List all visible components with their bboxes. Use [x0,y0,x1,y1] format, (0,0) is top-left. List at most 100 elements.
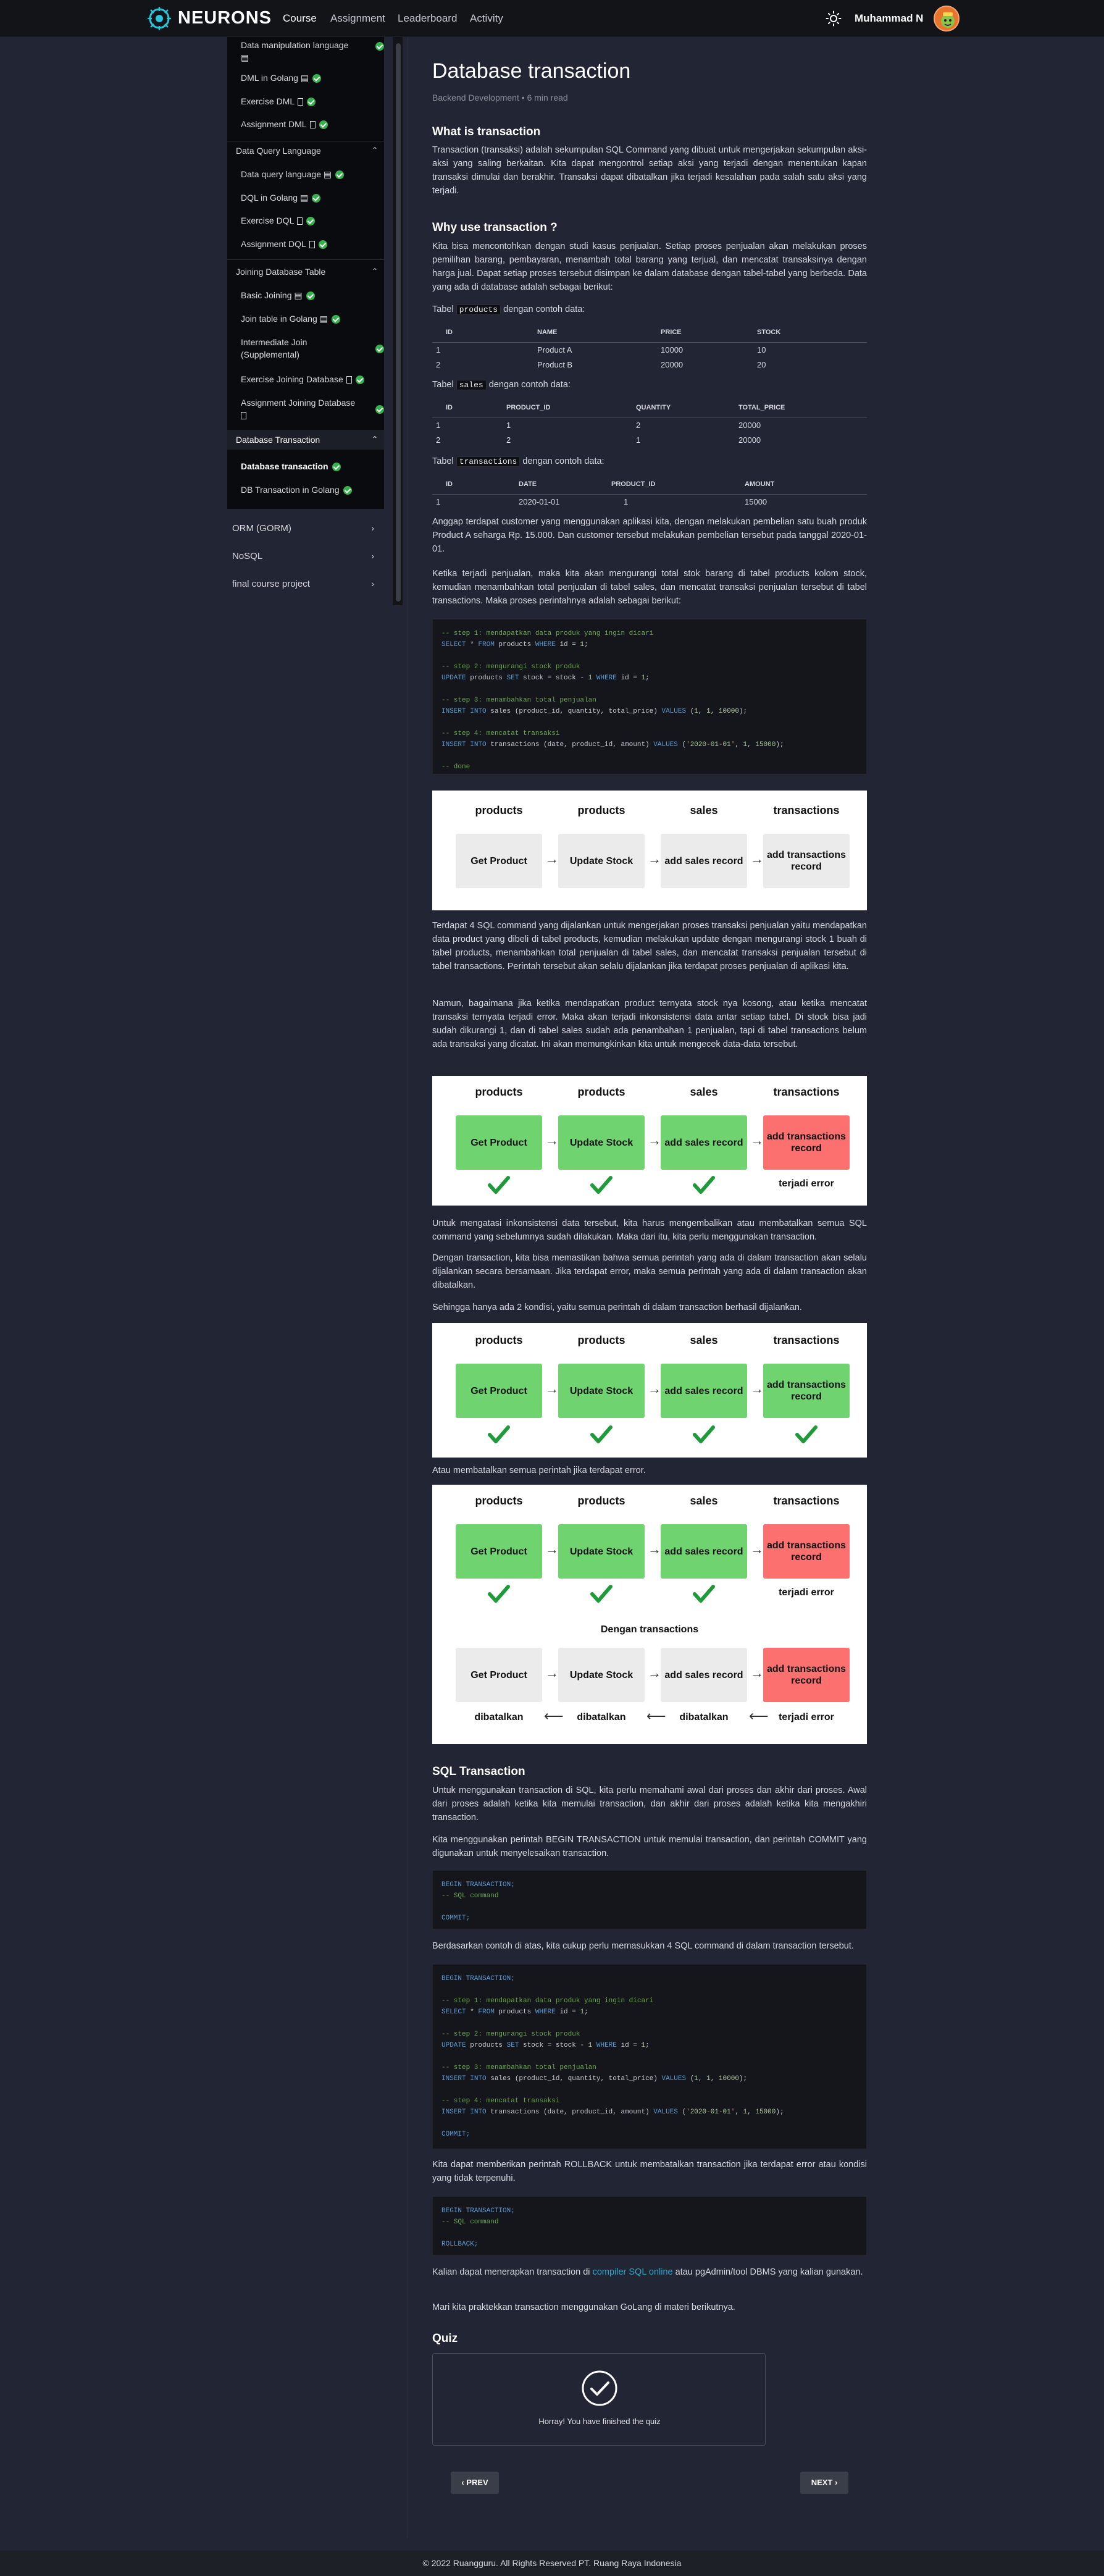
diagram-step-box: Get Product [456,1115,542,1170]
sidebar-item-exercise-dml[interactable]: Exercise DML [241,95,374,107]
table-header: PRODUCT_ID [599,476,741,495]
paragraph-begin: Kita menggunakan perintah BEGIN TRANSACT… [432,1835,867,1858]
avatar-character-icon [941,12,955,28]
heading-sql-transaction: SQL Transaction [432,1765,525,1778]
table-header: AMOUNT [741,476,867,495]
chevron-right-icon: › [371,523,374,533]
sidebar-module-orm-gorm[interactable]: ORM (GORM) › [232,523,379,534]
diagram-step-box: Update Stock [558,1648,645,1702]
sidebar-module-nosql[interactable]: NoSQL › [232,551,379,561]
compiler-sql-online-link[interactable]: compiler SQL online [593,2267,673,2277]
nav-activity[interactable]: Activity [470,12,503,25]
sidebar-item-assignment-dml[interactable]: Assignment DML [241,118,374,130]
diagram-step-box: add sales record [661,1364,747,1418]
avatar[interactable] [934,6,960,31]
diagram-step-box: add sales record [661,834,747,888]
table-header: PRICE [642,324,753,343]
course-sidebar: Data manipulation language ▤ DML in Golan… [227,37,384,509]
arrow-right-icon: → [648,1665,661,1680]
paragraph-sql: Untuk menggunakan transaction di SQL, ki… [432,1785,867,1823]
code-block-begin-commit[interactable]: BEGIN TRANSACTION; -- SQL command COMMIT… [432,1870,867,1929]
diagram-step-box: Update Stock [558,1524,645,1579]
table-header: STOCK [753,324,867,343]
diagram-step-box: Get Product [456,1524,542,1579]
sidebar-item-exercise-joining-database[interactable]: Exercise Joining Database [241,373,374,385]
sidebar-item-dql-in-golang[interactable]: DQL in Golang ▤ [241,191,374,204]
checkmark-icon [590,1425,613,1443]
diagram-step-box: add sales record [661,1648,747,1702]
sidebar-item-db-transaction-in-golang[interactable]: DB Transaction in Golang [241,484,374,496]
completed-check-icon [331,315,340,324]
heading-what-is-transaction: What is transaction [432,125,541,138]
sidebar-item-join-table-in-golang[interactable]: Join table in Golang ▤ [241,313,374,325]
sidebar-item-database-transaction[interactable]: Database transaction [241,460,374,472]
arrow-left-icon: ⟵ [749,1708,769,1724]
code-block-transaction[interactable]: BEGIN TRANSACTION; -- step 1: mendapatka… [432,1964,867,2149]
sidebar-item-exercise-dql[interactable]: Exercise DQL [241,214,374,227]
chevron-right-icon: › [371,579,374,589]
checkmark-icon [488,1425,510,1443]
arrow-right-icon: → [750,1381,764,1396]
sidebar-item-assignment-joining-database[interactable]: Assignment Joining Database [241,396,364,421]
checkmark-icon [488,1585,510,1603]
sidebar-item-data-manipulation-language[interactable]: Data manipulation language ▤ [241,39,374,64]
dot-separator-icon: • [521,93,525,103]
sun-icon[interactable] [826,10,842,27]
sidebar-module-final-course-project[interactable]: final course project › [232,579,379,589]
sidebar-section-data-query-language[interactable]: Data Query Language ⌃ [227,146,384,156]
completed-check-icon [343,486,352,495]
sidebar-item-assignment-dql[interactable]: Assignment DQL [241,238,374,250]
category-link[interactable]: Backend Development [432,93,519,103]
table-header: NAME [512,324,642,343]
document-icon [297,217,303,225]
sidebar-item-basic-joining[interactable]: Basic Joining ▤ [241,289,374,301]
diagram-column-title: sales [690,1334,718,1346]
checkmark-icon [693,1176,715,1194]
arrow-right-icon: → [648,851,661,866]
next-button[interactable]: NEXT › [800,2472,848,2494]
heading-why-use-transaction: Why use transaction ? [432,221,558,234]
quiz-card: Horray! You have finished the quiz [432,2353,766,2446]
code-block-rollback[interactable]: BEGIN TRANSACTION; -- SQL command ROLLBA… [432,2196,867,2255]
table-header: DATE [494,476,599,495]
sidebar-item-intermediate-join[interactable]: Intermediate Join (Supplemental) [241,336,346,361]
completed-check-icon [307,98,316,107]
diagram-step-box: add sales record [661,1115,747,1170]
sidebar-scrollbar-thumb[interactable] [396,43,401,602]
nav-assignment[interactable]: Assignment [330,12,385,25]
table-caption-transactions: Tabel transactions dengan contoh data: [432,456,604,467]
neurons-logo-icon[interactable] [147,6,172,31]
sidebar-section-joining-database-table[interactable]: Joining Database Table ⌃ [227,267,384,277]
table-caption-sales: Tabel sales dengan contoh data: [432,380,571,390]
nav-course[interactable]: Course [283,12,317,25]
diagram-column-title: products [475,1086,523,1098]
sidebar-item-dml-in-golang[interactable]: DML in Golang ▤ [241,72,374,84]
diagram-step-box: add transactions record [763,1648,850,1702]
paragraph-apply: Kalian dapat menerapkan transaction di c… [432,2267,863,2277]
prev-button[interactable]: ‹ PREV [451,2472,499,2494]
code-block-steps[interactable]: -- step 1: mendapatkan data produk yang … [432,619,867,774]
products-table: ID NAME PRICE STOCK 1 Product A 10000 10 2P… [432,324,867,372]
diagram-column-title: products [475,804,523,816]
paragraph-practice: Mari kita praktekkan transaction menggun… [432,2302,735,2312]
chevron-up-icon: ⌃ [371,267,378,275]
error-label: terjadi error [779,1587,834,1598]
arrow-right-icon: → [648,1133,661,1148]
sidebar-item-data-query-language[interactable]: Data query language ▤ [241,168,374,180]
arrow-right-icon: → [545,1381,559,1396]
video-icon: ▤ [323,169,332,179]
paragraph-with-transaction: Dengan transaction, kita bisa memastikan… [432,1253,867,1290]
nav-leaderboard[interactable]: Leaderboard [398,12,457,25]
brand-name[interactable]: NEURONS [178,8,272,28]
user-name[interactable]: Muhammad N [855,12,923,25]
page-title: Database transaction [432,59,631,83]
arrow-right-icon: → [750,1133,764,1148]
sidebar-section-database-transaction[interactable]: Database Transaction ⌃ [227,435,384,445]
paragraph-two-conditions: Sehingga hanya ada 2 kondisi, yaitu semu… [432,1303,802,1312]
chevron-up-icon: ⌃ [371,435,378,443]
diagram-step-box: add sales record [661,1524,747,1579]
table-header: ID [432,324,512,343]
diagram-step-box: Update Stock [558,1115,645,1170]
completed-check-icon [306,217,316,226]
checkmark-icon [590,1176,613,1194]
